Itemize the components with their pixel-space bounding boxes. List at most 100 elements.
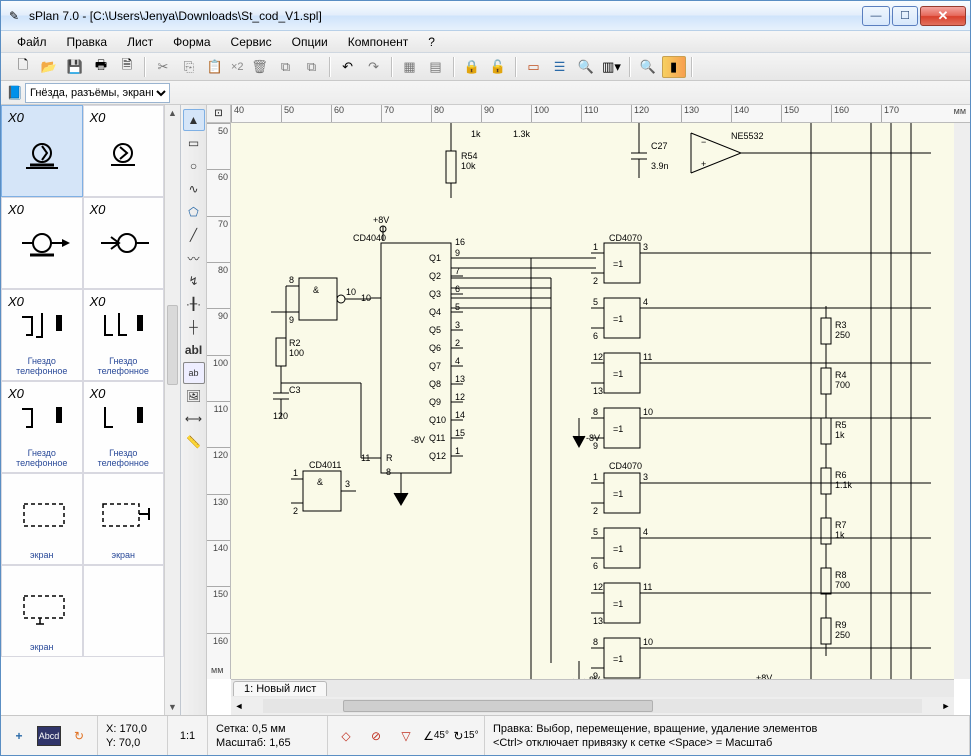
group-icon[interactable]: ▦	[398, 56, 422, 78]
horizontal-scrollbar[interactable]: ◄ ►	[231, 697, 954, 715]
ratio-panel[interactable]: 1:1	[168, 716, 208, 755]
svg-text:−: −	[701, 137, 706, 147]
menu-service[interactable]: Сервис	[223, 33, 280, 51]
plus-icon[interactable]: +	[7, 726, 31, 746]
dimension-tool[interactable]: ⟷	[183, 408, 205, 430]
coord-panel: X: 170,0 Y: 70,0	[98, 716, 168, 755]
rect-tool[interactable]: ▭	[183, 132, 205, 154]
component-library: X0X0X0X0X0Гнездо телефонноеX0Гнездо теле…	[1, 105, 181, 715]
snap3-icon[interactable]: ▽	[394, 726, 418, 746]
svg-text:5: 5	[455, 302, 460, 312]
menu-form[interactable]: Форма	[165, 33, 218, 51]
angle15-icon[interactable]: ↻15°	[454, 726, 478, 746]
menu-sheet[interactable]: Лист	[119, 33, 161, 51]
ungroup-icon[interactable]: ▤	[424, 56, 448, 78]
save-icon[interactable]: 💾	[63, 56, 87, 78]
text-tool[interactable]: abI	[183, 339, 205, 361]
dup2-icon[interactable]: ⧉	[300, 56, 324, 78]
menu-edit[interactable]: Правка	[59, 33, 116, 51]
library-item[interactable]: экран	[1, 565, 83, 657]
redo-icon[interactable]: ↷	[362, 56, 386, 78]
svg-text:R54: R54	[461, 151, 478, 161]
category-bar: 📘 Гнёзда, разъёмы, экраны	[1, 81, 970, 105]
menu-options[interactable]: Опции	[284, 33, 336, 51]
svg-text:2: 2	[293, 506, 298, 516]
dup1-icon[interactable]: ⧉	[274, 56, 298, 78]
sheet-tab-1[interactable]: 1: Новый лист	[233, 681, 327, 696]
svg-text:1: 1	[455, 446, 460, 456]
vertical-scrollbar[interactable]	[954, 123, 970, 679]
library-item[interactable]: X0Гнездо телефонное	[1, 381, 83, 473]
measure-tool[interactable]: 📏	[183, 431, 205, 453]
svg-text:700: 700	[835, 380, 850, 390]
svg-text:250: 250	[835, 630, 850, 640]
zoom-icon[interactable]: 🔍	[636, 56, 660, 78]
schematic-canvas[interactable]: 1k 1.3k R54 10k C27 3.9n −+ NE5532 +8V C…	[231, 123, 954, 679]
circle-tool[interactable]: ○	[183, 155, 205, 177]
bezier-tool[interactable]: 〰	[183, 247, 205, 269]
new-icon[interactable]: 🗋	[11, 56, 35, 78]
textbox-tool[interactable]: ab	[183, 362, 205, 384]
list-icon[interactable]: ☰	[548, 56, 572, 78]
snap1-icon[interactable]: ◇	[334, 726, 358, 746]
connect-tool[interactable]: ↯	[183, 270, 205, 292]
maximize-button[interactable]: ☐	[892, 6, 918, 26]
undo-icon[interactable]: ↶	[336, 56, 360, 78]
image-tool[interactable]: 🖼	[183, 385, 205, 407]
svg-text:=1: =1	[613, 424, 623, 434]
zigzag-tool[interactable]: ∿	[183, 178, 205, 200]
x2-label[interactable]: ×2	[229, 61, 246, 73]
select-icon[interactable]: ▭	[522, 56, 546, 78]
category-select[interactable]: Гнёзда, разъёмы, экраны	[25, 83, 170, 103]
svg-text:Q12: Q12	[429, 451, 446, 461]
library-scrollbar[interactable]: ▲ ▼	[164, 105, 180, 715]
svg-text:3: 3	[643, 472, 648, 482]
menu-help[interactable]: ?	[420, 33, 443, 51]
junction-tool[interactable]: ┼	[183, 316, 205, 338]
vertical-ruler[interactable]: мм 5060708090100110120130140150160	[207, 123, 231, 679]
angle45-icon[interactable]: ∠45°	[424, 726, 448, 746]
print-icon[interactable]: 🖶	[89, 56, 113, 78]
library-icon[interactable]: 📘	[5, 84, 25, 102]
open-icon[interactable]: 📂	[37, 56, 61, 78]
options-icon[interactable]: ▥▾	[600, 56, 624, 78]
svg-text:R4: R4	[835, 370, 847, 380]
abcd-icon[interactable]: Abcd	[37, 726, 61, 746]
node-tool[interactable]: ·╂·	[183, 293, 205, 315]
pointer-tool[interactable]: ▲	[183, 109, 205, 131]
cut-icon[interactable]: ✂	[151, 56, 175, 78]
library-item[interactable]: X0	[1, 105, 83, 197]
library-item[interactable]: экран	[1, 473, 83, 565]
svg-text:Q7: Q7	[429, 361, 441, 371]
line-tool[interactable]: ╱	[183, 224, 205, 246]
menu-file[interactable]: Файл	[9, 33, 55, 51]
library-item[interactable]: X0Гнездо телефонное	[1, 289, 83, 381]
form-icon[interactable]: 🗎	[115, 56, 139, 78]
library-item[interactable]: экран	[83, 473, 165, 565]
close-button[interactable]: ✕	[920, 6, 966, 26]
library-item[interactable]	[83, 565, 165, 657]
minimize-button[interactable]: —	[862, 6, 890, 26]
lock-icon[interactable]: 🔒	[460, 56, 484, 78]
library-item[interactable]: X0Гнездо телефонное	[83, 381, 165, 473]
horizontal-ruler[interactable]: мм 405060708090100110120130140150160170	[231, 105, 970, 123]
snap2-icon[interactable]: ⊘	[364, 726, 388, 746]
library-item[interactable]: X0Гнездо телефонное	[83, 289, 165, 381]
poly-tool[interactable]: ⬠	[183, 201, 205, 223]
library-item[interactable]: X0	[1, 197, 83, 289]
svg-text:2: 2	[593, 276, 598, 286]
delete-icon[interactable]: 🗑	[248, 56, 272, 78]
color-icon[interactable]: ▮	[662, 56, 686, 78]
menu-component[interactable]: Компонент	[340, 33, 417, 51]
unlock-icon[interactable]: 🔓	[486, 56, 510, 78]
library-item[interactable]: X0	[83, 105, 165, 197]
paste-icon[interactable]: 📋	[203, 56, 227, 78]
svg-text:100: 100	[289, 348, 304, 358]
refresh-icon[interactable]: ↻	[67, 726, 91, 746]
find-icon[interactable]: 🔍	[574, 56, 598, 78]
copy-icon[interactable]: ⎘	[177, 56, 201, 78]
svg-text:-8V: -8V	[411, 435, 425, 445]
library-item[interactable]: X0	[83, 197, 165, 289]
svg-text:8: 8	[593, 637, 598, 647]
ruler-corner[interactable]: ⊡	[207, 105, 231, 123]
